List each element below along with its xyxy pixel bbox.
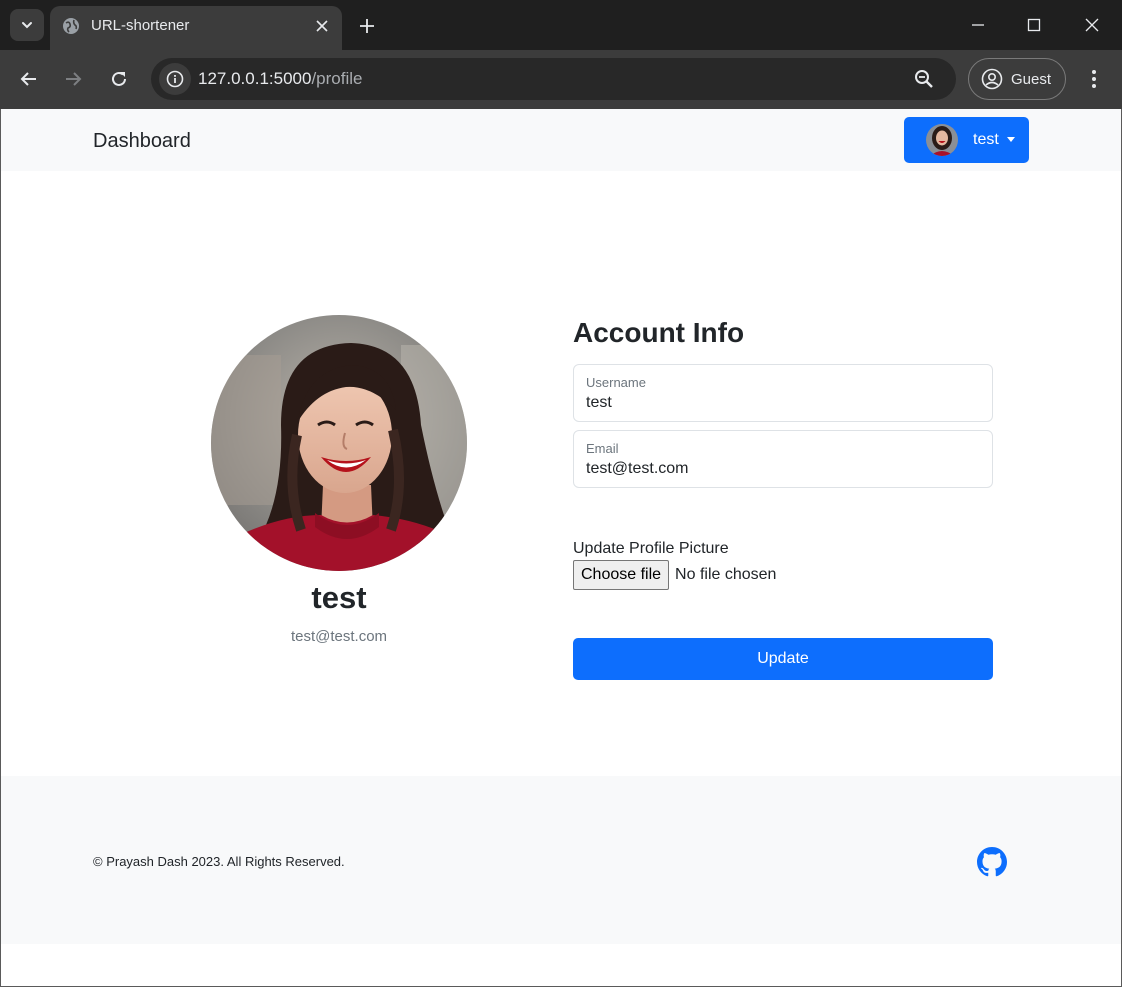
avatar (926, 124, 958, 156)
zoom-icon[interactable] (913, 68, 935, 90)
minimize-button[interactable] (958, 10, 998, 40)
maximize-button[interactable] (1014, 10, 1054, 40)
browser-menu-button[interactable] (1084, 66, 1104, 92)
tab-close-button[interactable] (312, 16, 332, 36)
user-dropdown-button[interactable]: test (904, 117, 1029, 163)
tab-title: URL-shortener (91, 17, 190, 34)
file-upload-label: Update Profile Picture (573, 540, 729, 557)
maximize-icon (1027, 18, 1041, 32)
arrow-left-icon (20, 72, 36, 86)
navbar-brand[interactable]: Dashboard (93, 130, 191, 153)
file-status: No file chosen (675, 566, 777, 583)
navbar: Dashboard test (1, 109, 1121, 171)
browser-toolbar: 127.0.0.1:5000/profile Guest (0, 50, 1122, 109)
username-field[interactable]: Username test (573, 364, 993, 422)
username-label: Username (586, 375, 646, 390)
more-vert-icon (1092, 70, 1096, 88)
user-name: test (973, 131, 999, 148)
form-title: Account Info (573, 317, 745, 348)
update-button[interactable]: Update (573, 638, 993, 680)
caret-down-icon (1006, 136, 1015, 142)
plus-icon (360, 19, 374, 33)
footer: © Prayash Dash 2023. All Rights Reserved… (1, 776, 1121, 944)
reload-icon (112, 71, 126, 86)
profile-name: test (311, 580, 367, 615)
close-icon (316, 20, 328, 32)
back-button[interactable] (14, 64, 44, 94)
file-input[interactable]: Choose file No file chosen (573, 560, 776, 590)
url-text: 127.0.0.1:5000/profile (198, 69, 362, 89)
arrow-right-icon (66, 72, 82, 86)
tab-search-button[interactable] (10, 9, 44, 41)
url-path: /profile (311, 69, 363, 88)
username-value[interactable]: test (586, 394, 612, 412)
email-label: Email (586, 441, 619, 456)
profile-chip[interactable]: Guest (968, 58, 1066, 100)
tab-strip: URL-shortener (0, 0, 1122, 50)
email-field[interactable]: Email test@test.com (573, 430, 993, 488)
copyright-text: © Prayash Dash 2023. All Rights Reserved… (93, 854, 345, 869)
close-icon (1085, 18, 1099, 32)
minimize-icon (972, 24, 984, 26)
profile-label: Guest (1011, 70, 1052, 88)
site-info-button[interactable] (159, 63, 191, 95)
new-tab-button[interactable] (354, 13, 380, 39)
github-icon[interactable] (977, 847, 1007, 877)
choose-file-button[interactable]: Choose file (573, 560, 670, 590)
forward-button[interactable] (58, 64, 88, 94)
email-value[interactable]: test@test.com (586, 460, 689, 478)
browser-chrome: URL-shortener 127.0.0.1:5000/profile Gue… (0, 0, 1122, 109)
profile-photo (211, 315, 467, 571)
url-host: 127.0.0.1:5000 (198, 69, 312, 88)
account-circle-icon (981, 68, 1003, 90)
info-icon (166, 70, 184, 88)
globe-icon (63, 18, 79, 34)
close-window-button[interactable] (1072, 10, 1112, 40)
reload-button[interactable] (104, 64, 134, 94)
chevron-down-icon (22, 22, 32, 29)
tab-active[interactable]: URL-shortener (50, 6, 342, 50)
profile-email: test@test.com (290, 628, 388, 645)
address-bar[interactable]: 127.0.0.1:5000/profile (151, 58, 956, 100)
